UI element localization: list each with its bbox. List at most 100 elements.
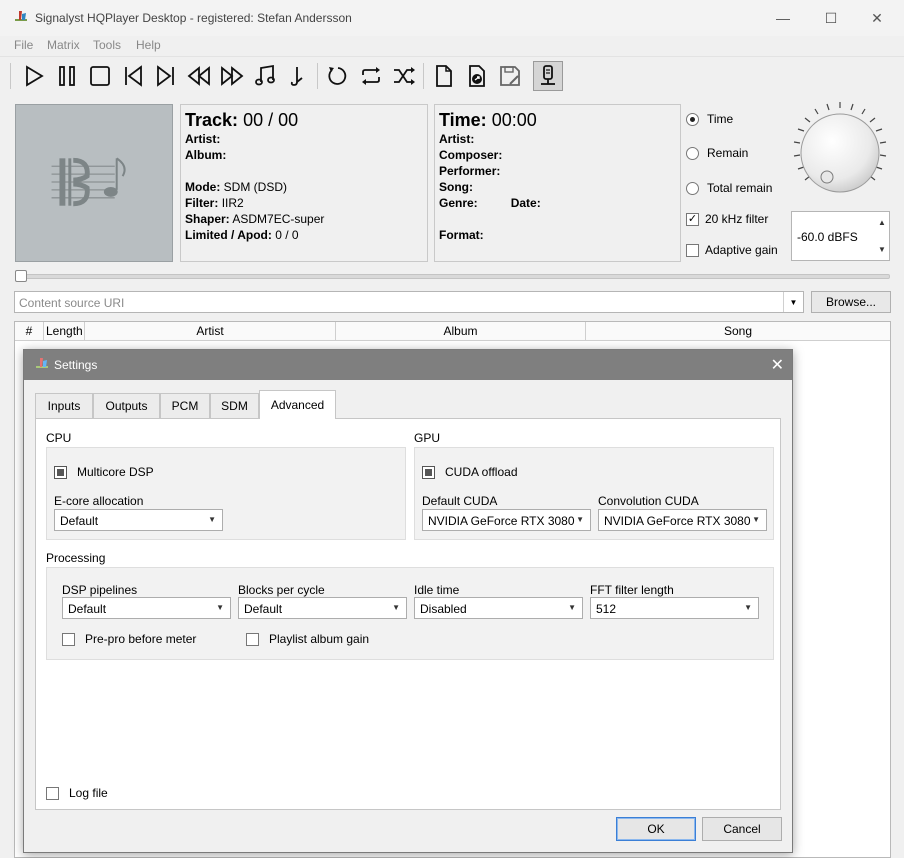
open-uri-button[interactable] [462,61,492,91]
stop-button[interactable] [85,61,115,91]
content-uri-combo[interactable]: Content source URI ▼ [14,291,804,313]
shuffle-button[interactable] [389,61,419,91]
radio-time-label: Time [707,112,734,126]
settings-title: Settings [54,358,98,372]
ok-button[interactable]: OK [616,817,696,841]
default-cuda-select[interactable]: NVIDIA GeForce RTX 3080 ▼ [422,509,591,531]
radio-remain-button[interactable] [686,146,699,160]
save-playlist-icon [500,66,520,86]
time-info-panel: Time: 00:00 Artist: Composer: Performer:… [434,104,681,262]
performer-label: Performer: [439,164,501,178]
adaptive-gain-checkbox[interactable]: Adaptive gain [686,241,778,259]
column-header-artist[interactable]: Artist [85,322,336,341]
tab-inputs[interactable]: Inputs [35,393,93,418]
track-info-panel: Track: 00 / 00 Artist: Album: Mode: SDM … [180,104,428,262]
chevron-down-icon: ▼ [568,603,576,612]
radio-time[interactable]: Time [686,110,733,128]
menu-help[interactable]: Help [136,38,161,52]
maximize-button[interactable]: ☐ [808,4,854,32]
time-line: Time: 00:00 [439,109,676,131]
dsp-pipelines-select[interactable]: Default ▼ [62,597,231,619]
tab-outputs[interactable]: Outputs [93,393,160,418]
radio-total-remain-button[interactable] [686,181,699,195]
playlist-album-gain-checkbox[interactable]: Playlist album gain [246,632,369,646]
fast-forward-button[interactable] [217,61,247,91]
menu-bar: File Matrix Tools Help [0,36,904,54]
log-file-checkbox[interactable]: Log file [46,786,108,800]
chevron-down-icon: ▼ [752,515,760,524]
chevron-down-icon[interactable]: ▼ [783,292,803,312]
column-header-length[interactable]: Length [44,322,85,341]
volume-spin-arrows[interactable]: ▲ ▼ [875,212,889,260]
tab-pcm[interactable]: PCM [160,393,210,418]
volume-spinbox[interactable]: -60.0 dBFS ▲ ▼ [791,211,890,261]
pre-pro-checkbox[interactable]: Pre-pro before meter [62,632,196,646]
content-uri-input[interactable]: Content source URI [19,296,124,310]
chevron-down-icon: ▼ [216,603,224,612]
convolution-cuda-select[interactable]: NVIDIA GeForce RTX 3080 ▼ [598,509,767,531]
convolution-cuda-value: NVIDIA GeForce RTX 3080 [604,514,751,528]
close-button[interactable]: ✕ [854,4,900,32]
chevron-down-icon: ▼ [744,603,752,612]
idle-time-label: Idle time [414,583,460,597]
adaptive-gain-label: Adaptive gain [705,243,778,257]
default-cuda-value: NVIDIA GeForce RTX 3080 [428,514,575,528]
seek-handle[interactable] [15,270,27,282]
pre-pro-check[interactable] [62,632,75,646]
menu-tools[interactable]: Tools [93,38,121,52]
column-header-album[interactable]: Album [336,322,586,341]
volume-knob[interactable] [790,100,890,200]
play-button[interactable] [19,61,49,91]
seek-icon [290,67,303,86]
transport-button[interactable] [533,61,563,91]
radio-time-button[interactable] [686,112,699,126]
pause-button[interactable] [52,61,82,91]
artist-label: Artist: [439,132,475,146]
previous-button[interactable] [118,61,148,91]
repeat-one-button[interactable] [323,61,353,91]
close-icon[interactable]: ✕ [771,355,784,375]
idle-time-select[interactable]: Disabled ▼ [414,597,583,619]
open-file-button[interactable] [429,61,459,91]
column-header-number[interactable]: # [15,322,44,341]
format-label: Format: [439,228,484,242]
filter-value: IIR2 [221,196,244,210]
minimize-button[interactable]: — [760,4,806,32]
menu-matrix[interactable]: Matrix [47,38,80,52]
multicore-dsp-check[interactable] [54,465,67,479]
repeat-button[interactable] [356,61,386,91]
browse-button[interactable]: Browse... [811,291,891,313]
multicore-dsp-checkbox[interactable]: Multicore DSP [54,465,154,479]
open-file-icon [436,65,452,87]
cuda-offload-label: CUDA offload [445,465,518,479]
cuda-offload-check[interactable] [422,465,435,479]
gpu-group-title: GPU [414,431,441,445]
ecore-allocation-select[interactable]: Default ▼ [54,509,223,531]
save-playlist-button[interactable] [495,61,525,91]
cancel-button[interactable]: Cancel [702,817,782,841]
radio-total-remain[interactable]: Total remain [686,179,772,197]
khz-filter-checkbox[interactable]: ✓ 20 kHz filter [686,210,768,228]
chevron-down-icon: ▼ [576,515,584,524]
seek-button[interactable] [283,61,313,91]
blocks-per-cycle-select[interactable]: Default ▼ [238,597,407,619]
playlist-album-gain-check[interactable] [246,632,259,646]
chevron-down-icon: ▼ [208,515,216,524]
rewind-button[interactable] [184,61,214,91]
column-header-song[interactable]: Song [586,322,890,341]
seek-bar[interactable] [15,274,890,279]
genre-label: Genre: [439,196,478,210]
song-label: Song: [439,180,473,194]
next-button[interactable] [151,61,181,91]
log-file-check[interactable] [46,786,59,800]
volume-knob-indicator [820,170,834,184]
adaptive-gain-check[interactable] [686,243,699,257]
radio-remain[interactable]: Remain [686,144,748,162]
khz-filter-check[interactable]: ✓ [686,212,699,226]
cuda-offload-checkbox[interactable]: CUDA offload [422,465,518,479]
tab-advanced[interactable]: Advanced [259,390,336,419]
music-note-button[interactable] [250,61,280,91]
menu-file[interactable]: File [14,38,33,52]
tab-sdm[interactable]: SDM [210,393,259,418]
fft-filter-length-select[interactable]: 512 ▼ [590,597,759,619]
